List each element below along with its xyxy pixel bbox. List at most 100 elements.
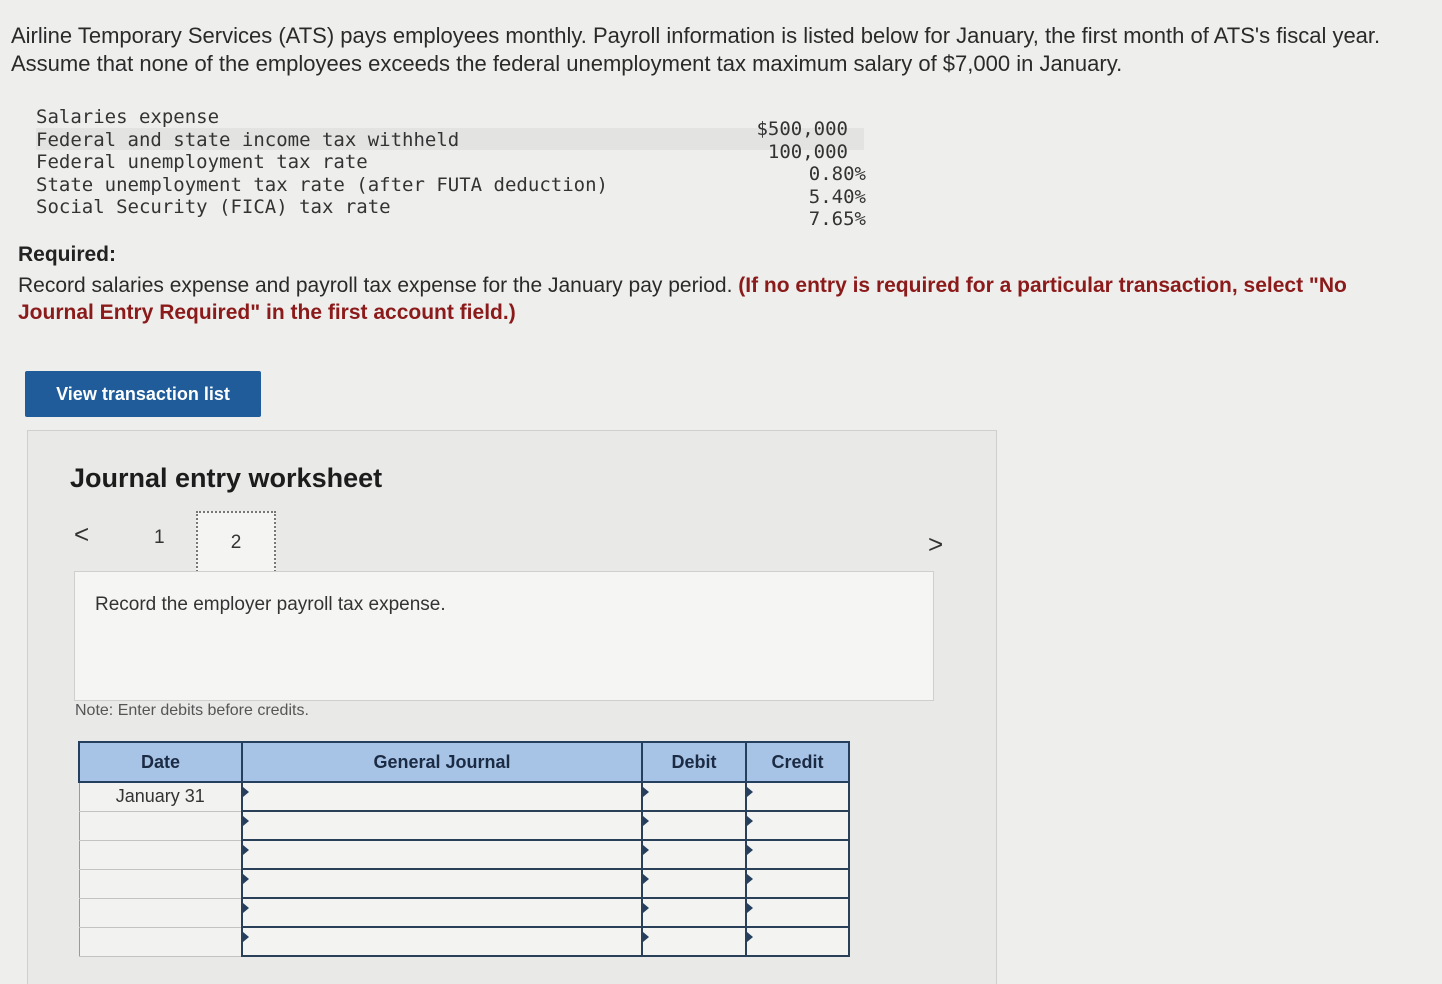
journal-row: January 31 xyxy=(78,781,850,812)
input-marker-icon xyxy=(747,932,753,942)
account-input[interactable] xyxy=(243,841,641,868)
account-input[interactable] xyxy=(243,812,641,839)
account-input[interactable] xyxy=(243,783,641,810)
journal-row xyxy=(78,810,850,841)
payroll-row: Salaries expense $500,000 xyxy=(36,106,866,140)
debit-cell[interactable] xyxy=(641,810,747,841)
input-marker-icon xyxy=(747,903,753,913)
credit-column-header: Credit xyxy=(745,741,850,783)
instruction-text: Record the employer payroll tax expense. xyxy=(95,594,446,615)
payroll-label: Federal and state income tax withheld xyxy=(36,128,460,151)
credit-input[interactable] xyxy=(747,928,848,955)
input-marker-icon xyxy=(643,816,649,826)
input-marker-icon xyxy=(747,845,753,855)
dropdown-marker-icon xyxy=(243,787,249,797)
payroll-row: State unemployment tax rate (after FUTA … xyxy=(36,173,866,208)
dropdown-marker-icon xyxy=(243,932,249,942)
input-marker-icon xyxy=(643,874,649,884)
required-text: Record salaries expense and payroll tax … xyxy=(18,272,1378,326)
debit-input[interactable] xyxy=(643,783,745,810)
date-column-header: Date xyxy=(78,741,243,783)
entry-note: Note: Enter debits before credits. xyxy=(75,702,309,719)
credit-input[interactable] xyxy=(747,841,848,868)
date-cell xyxy=(78,810,243,841)
debit-column-header: Debit xyxy=(641,741,747,783)
credit-cell[interactable] xyxy=(745,839,850,870)
input-marker-icon xyxy=(747,816,753,826)
view-transaction-list-button[interactable]: View transaction list xyxy=(25,371,261,417)
credit-cell[interactable] xyxy=(745,868,850,899)
debit-cell[interactable] xyxy=(641,839,747,870)
date-cell xyxy=(78,926,243,957)
credit-cell[interactable] xyxy=(745,781,850,812)
chevron-right-icon[interactable]: > xyxy=(928,529,943,560)
journal-table: Date General Journal Debit Credit Januar… xyxy=(78,741,850,957)
debit-cell[interactable] xyxy=(641,868,747,899)
debit-cell[interactable] xyxy=(641,926,747,957)
debit-input[interactable] xyxy=(643,841,745,868)
input-marker-icon xyxy=(747,787,753,797)
journal-row xyxy=(78,897,850,928)
payroll-label: Federal unemployment tax rate xyxy=(36,151,368,174)
credit-cell[interactable] xyxy=(745,926,850,957)
step-tab-2-label: 2 xyxy=(230,532,242,553)
dropdown-marker-icon xyxy=(243,816,249,826)
account-input[interactable] xyxy=(243,870,641,897)
credit-input[interactable] xyxy=(747,870,848,897)
account-input[interactable] xyxy=(243,899,641,926)
credit-input[interactable] xyxy=(747,812,848,839)
dropdown-marker-icon xyxy=(243,903,249,913)
required-description: Record salaries expense and payroll tax … xyxy=(18,274,733,297)
page: Airline Temporary Services (ATS) pays em… xyxy=(0,0,1442,984)
payroll-info-table: Salaries expense $500,000 Federal and st… xyxy=(36,106,866,230)
payroll-label: Social Security (FICA) tax rate xyxy=(36,196,391,219)
debit-input[interactable] xyxy=(643,870,745,897)
account-input[interactable] xyxy=(243,928,641,955)
payroll-value: 7.65% xyxy=(808,208,866,231)
credit-cell[interactable] xyxy=(745,810,850,841)
instruction-box: Record the employer payroll tax expense. xyxy=(74,571,934,701)
payroll-row: Federal and state income tax withheld 10… xyxy=(36,128,866,163)
problem-intro: Airline Temporary Services (ATS) pays em… xyxy=(11,23,1381,76)
payroll-row: Federal unemployment tax rate 0.80% xyxy=(36,151,866,185)
debit-input[interactable] xyxy=(643,928,745,955)
payroll-label: Salaries expense xyxy=(36,106,220,128)
date-cell xyxy=(78,868,243,899)
worksheet-title: Journal entry worksheet xyxy=(70,463,383,493)
payroll-row: Social Security (FICA) tax rate 7.65% xyxy=(36,196,866,230)
input-marker-icon xyxy=(643,932,649,942)
journal-entry-worksheet: Journal entry worksheet < 1 2 > Record t… xyxy=(27,430,997,984)
journal-row xyxy=(78,926,850,957)
step-tab-1[interactable]: 1 xyxy=(154,527,165,549)
account-cell[interactable] xyxy=(241,897,643,928)
input-marker-icon xyxy=(643,845,649,855)
input-marker-icon xyxy=(747,874,753,884)
general-journal-column-header: General Journal xyxy=(241,741,643,783)
journal-row xyxy=(78,868,850,899)
input-marker-icon xyxy=(643,903,649,913)
account-cell[interactable] xyxy=(241,868,643,899)
required-heading: Required: xyxy=(18,243,117,266)
date-cell xyxy=(78,839,243,870)
account-cell[interactable] xyxy=(241,839,643,870)
payroll-label: State unemployment tax rate (after FUTA … xyxy=(36,173,608,196)
credit-input[interactable] xyxy=(747,899,848,926)
credit-input[interactable] xyxy=(747,783,848,810)
date-cell: January 31 xyxy=(78,781,243,812)
dropdown-marker-icon xyxy=(243,874,249,884)
chevron-left-icon[interactable]: < xyxy=(74,519,89,550)
account-cell[interactable] xyxy=(241,810,643,841)
step-tab-2[interactable]: 2 xyxy=(196,511,276,575)
journal-header-row: Date General Journal Debit Credit xyxy=(78,741,850,783)
journal-row xyxy=(78,839,850,870)
dropdown-marker-icon xyxy=(243,845,249,855)
debit-cell[interactable] xyxy=(641,897,747,928)
debit-input[interactable] xyxy=(643,899,745,926)
credit-cell[interactable] xyxy=(745,897,850,928)
account-cell[interactable] xyxy=(241,926,643,957)
debit-cell[interactable] xyxy=(641,781,747,812)
account-cell[interactable] xyxy=(241,781,643,812)
debit-input[interactable] xyxy=(643,812,745,839)
input-marker-icon xyxy=(643,787,649,797)
date-cell xyxy=(78,897,243,928)
